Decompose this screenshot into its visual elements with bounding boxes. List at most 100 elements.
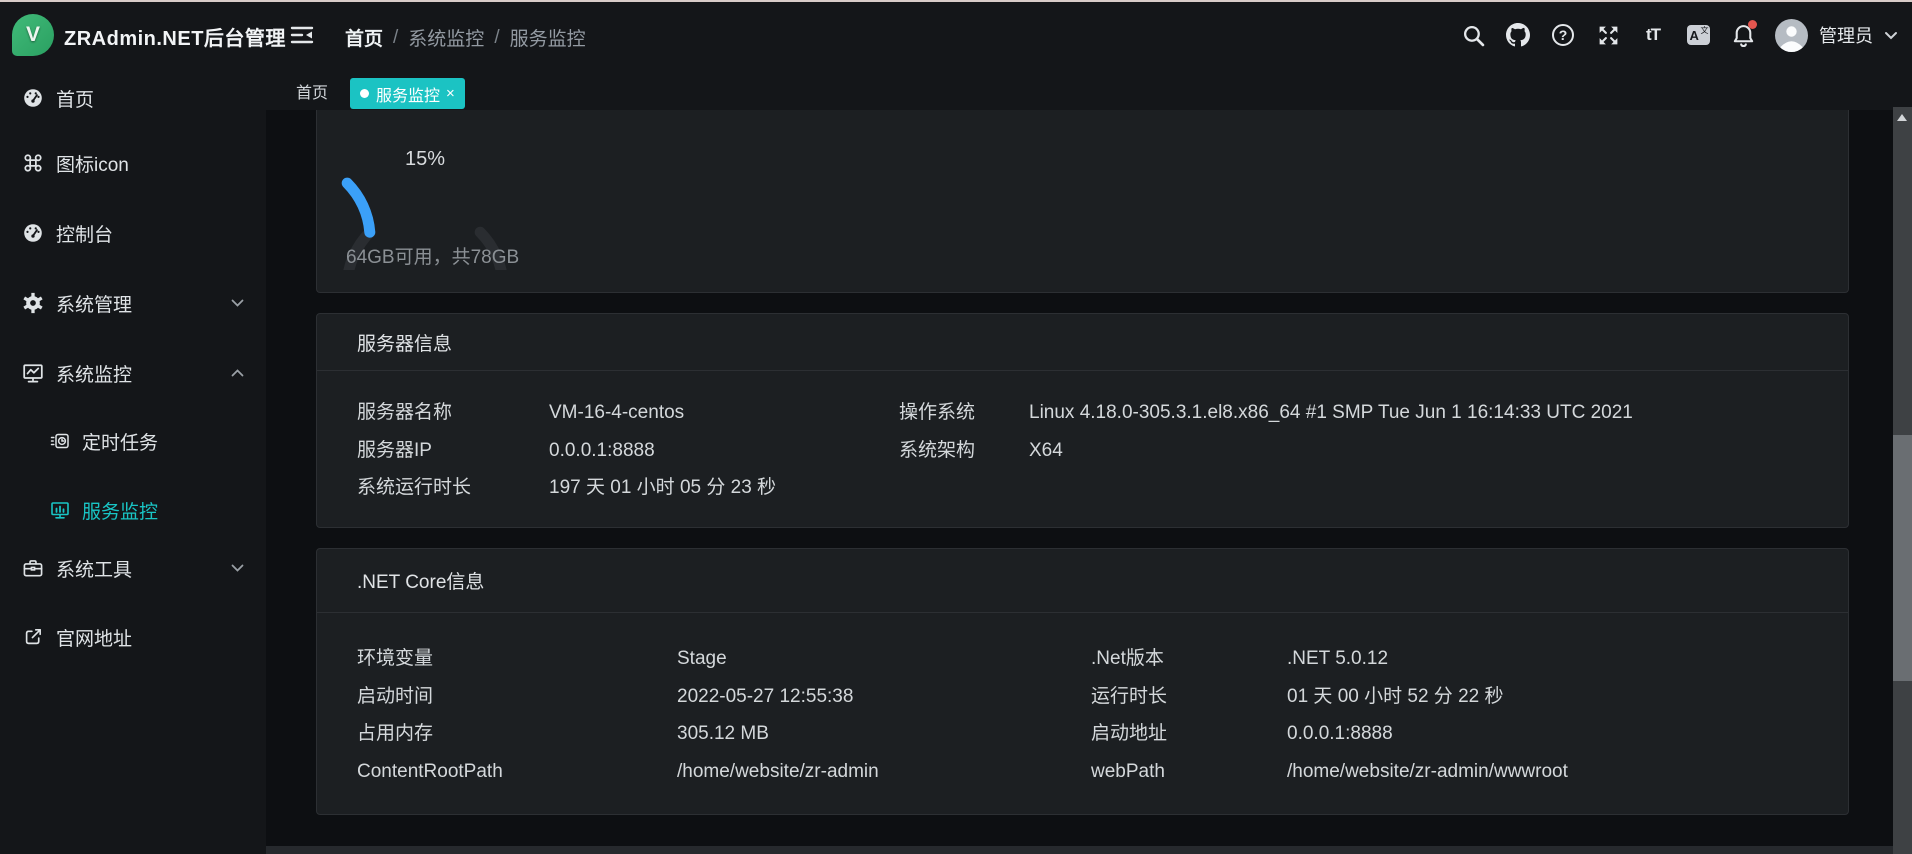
field-value: 197 天 01 小时 05 分 23 秒 xyxy=(549,476,776,500)
notification-badge xyxy=(1748,20,1757,29)
menu-fold-icon xyxy=(290,24,314,46)
field-value: 0.0.0.1:8888 xyxy=(549,439,655,463)
gear-icon xyxy=(22,292,44,314)
app-logo: V xyxy=(12,14,54,56)
sidebar-item-scheduled-tasks[interactable]: 定时任务 xyxy=(0,413,266,469)
tab-home[interactable]: 首页 xyxy=(296,79,328,103)
card-header: .NET Core信息 xyxy=(317,549,1848,613)
sidebar-item-system-monitor[interactable]: 系统监控 xyxy=(0,345,266,401)
breadcrumb-service-monitor: 服务监控 xyxy=(510,24,586,51)
breadcrumb: 首页 / 系统监控 / 服务监控 xyxy=(345,24,586,51)
header-toolbar: ? tT A xyxy=(1460,2,1898,68)
field-label: 启动时间 xyxy=(357,685,433,709)
field-label: 环境变量 xyxy=(357,647,433,671)
disk-gauge-card: 15% 64GB可用，共78GB xyxy=(316,110,1849,293)
dashboard-icon xyxy=(22,222,44,244)
language-button[interactable]: A 文 xyxy=(1685,22,1711,48)
avatar xyxy=(1775,19,1808,52)
sidebar-fold-button[interactable] xyxy=(290,24,314,46)
vertical-scrollbar-thumb[interactable] xyxy=(1893,435,1912,681)
svg-text:?: ? xyxy=(1559,27,1568,43)
disk-space-note: 64GB可用，共78GB xyxy=(346,242,519,269)
breadcrumb-home[interactable]: 首页 xyxy=(345,24,383,51)
field-label: .Net版本 xyxy=(1091,647,1164,671)
chevron-down-icon xyxy=(231,299,244,307)
tags-view-bar: 首页 服务监控 × xyxy=(266,68,1912,110)
sidebar-item-home[interactable]: 首页 xyxy=(0,70,266,126)
github-button[interactable] xyxy=(1505,22,1531,48)
field-value: 01 天 00 小时 52 分 22 秒 xyxy=(1287,685,1504,709)
active-tab-dot xyxy=(360,89,369,98)
field-label: 操作系统 xyxy=(899,401,975,425)
field-value: Stage xyxy=(677,647,727,671)
username-label[interactable]: 管理员 xyxy=(1819,22,1873,48)
monitor-chart-icon xyxy=(22,362,44,384)
breadcrumb-separator: / xyxy=(494,27,499,49)
card-title: 服务器信息 xyxy=(317,329,452,356)
gauge-percent-label: 15% xyxy=(405,148,445,171)
sidebar-item-system-tools[interactable]: 系统工具 xyxy=(0,540,266,596)
command-icon xyxy=(22,152,44,174)
server-info-card: 服务器信息 服务器名称 VM-16-4-centos 操作系统 Linux 4.… xyxy=(316,313,1849,528)
field-value: 2022-05-27 12:55:38 xyxy=(677,685,853,709)
sidebar-item-system-management[interactable]: 系统管理 xyxy=(0,275,266,331)
field-label: 启动地址 xyxy=(1091,722,1167,746)
server-monitor-icon xyxy=(50,500,70,520)
field-label: 占用内存 xyxy=(357,722,433,746)
user-icon xyxy=(1775,19,1808,52)
field-value: 0.0.0.1:8888 xyxy=(1287,722,1393,746)
fullscreen-button[interactable] xyxy=(1595,22,1621,48)
breadcrumb-system-monitor[interactable]: 系统监控 xyxy=(408,24,484,51)
field-value: VM-16-4-centos xyxy=(549,401,684,425)
notification-button[interactable] xyxy=(1730,22,1756,48)
field-value: /home/website/zr-admin/wwwroot xyxy=(1287,760,1568,784)
sidebar-item-console[interactable]: 控制台 xyxy=(0,205,266,261)
sidebar-item-service-monitor[interactable]: 服务监控 xyxy=(0,482,266,538)
field-label: webPath xyxy=(1091,760,1165,784)
field-value: .NET 5.0.12 xyxy=(1287,647,1388,671)
chevron-down-icon xyxy=(231,564,244,572)
toolbox-icon xyxy=(22,557,44,579)
app-title: ZRAdmin.NET后台管理 xyxy=(64,22,286,51)
dotnet-info-card: .NET Core信息 环境变量 Stage .Net版本 .NET 5.0.1… xyxy=(316,548,1849,815)
field-value: /home/website/zr-admin xyxy=(677,760,879,784)
scroll-up-arrow[interactable] xyxy=(1897,114,1907,121)
field-label: 运行时长 xyxy=(1091,685,1167,709)
help-button[interactable]: ? xyxy=(1550,22,1576,48)
help-icon: ? xyxy=(1551,23,1575,47)
horizontal-scrollbar-track[interactable] xyxy=(266,846,1893,854)
field-label: 服务器名称 xyxy=(357,401,452,425)
user-avatar-button[interactable] xyxy=(1775,19,1808,52)
app-window: V ZRAdmin.NET后台管理 首页 / 系统监控 / 服务监控 xyxy=(0,0,1912,854)
sidebar-item-official-site[interactable]: 官网地址 xyxy=(0,609,266,665)
language-icon: A 文 xyxy=(1687,25,1710,45)
logo-letter: V xyxy=(26,23,40,47)
field-label: ContentRootPath xyxy=(357,760,503,784)
chevron-up-icon xyxy=(231,369,244,377)
field-label: 系统架构 xyxy=(899,439,975,463)
sidebar-item-icons[interactable]: 图标icon xyxy=(0,135,266,191)
header-bar: V ZRAdmin.NET后台管理 首页 / 系统监控 / 服务监控 xyxy=(0,2,1912,68)
search-icon xyxy=(1462,24,1485,47)
external-link-icon xyxy=(22,626,44,648)
field-value: X64 xyxy=(1029,439,1063,463)
timer-icon xyxy=(50,431,70,451)
tab-service-monitor[interactable]: 服务监控 × xyxy=(350,78,465,109)
tab-close-icon[interactable]: × xyxy=(446,85,455,102)
card-header: 服务器信息 xyxy=(317,314,1848,371)
field-label: 系统运行时长 xyxy=(357,476,471,500)
dashboard-icon xyxy=(22,87,44,109)
main-content: 15% 64GB可用，共78GB 服务器信息 服务器名称 VM-16-4-cen… xyxy=(266,110,1893,854)
field-value: Linux 4.18.0-305.3.1.el8.x86_64 #1 SMP T… xyxy=(1029,401,1633,425)
breadcrumb-separator: / xyxy=(393,27,398,49)
fullscreen-icon xyxy=(1597,24,1620,47)
github-icon xyxy=(1506,23,1530,47)
font-size-icon: tT xyxy=(1646,25,1660,45)
sidebar-nav: 首页 图标icon 控制台 xyxy=(0,68,266,854)
font-size-button[interactable]: tT xyxy=(1640,22,1666,48)
chevron-down-icon[interactable] xyxy=(1884,31,1898,40)
card-title: .NET Core信息 xyxy=(317,567,484,594)
search-button[interactable] xyxy=(1460,22,1486,48)
field-label: 服务器IP xyxy=(357,439,432,463)
field-value: 305.12 MB xyxy=(677,722,769,746)
